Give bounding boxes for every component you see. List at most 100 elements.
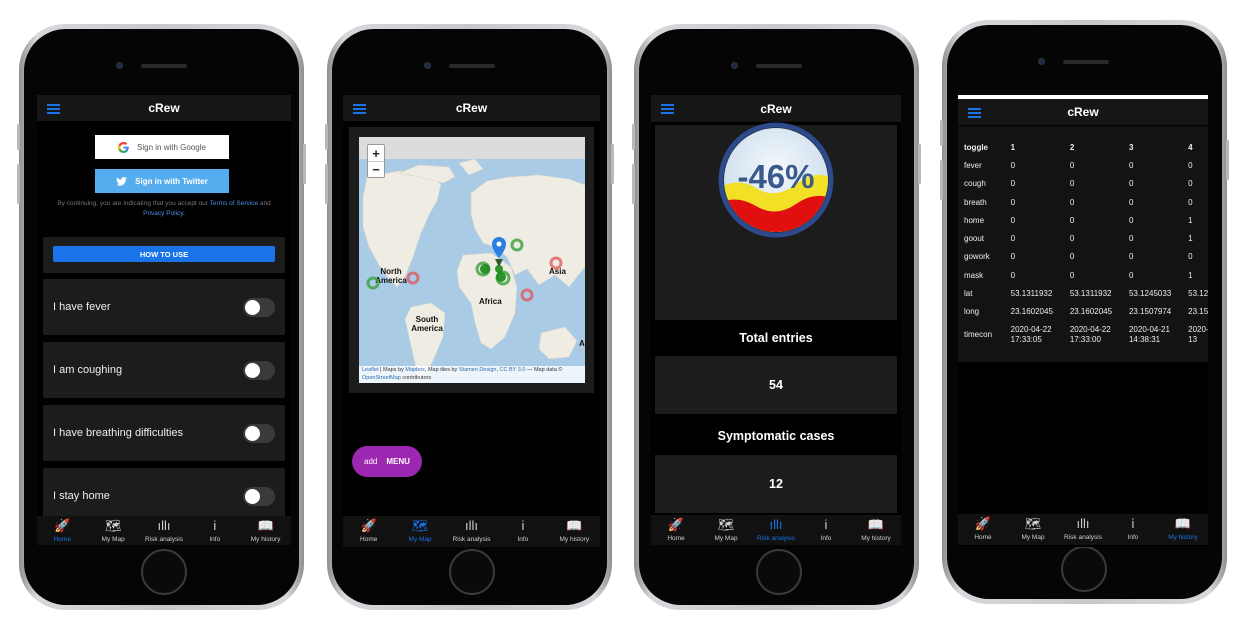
tab-home[interactable]: 🚀 Home [958,514,1008,545]
home-button[interactable] [1061,546,1107,592]
table-cell: 23.1602045 [1069,307,1113,317]
tab-risk-analysis[interactable]: ıllı Risk analysis [446,516,497,547]
cough-toggle[interactable] [243,360,275,380]
table-cell: long [964,307,980,317]
table-cell: 53.12 [1188,289,1208,299]
tab-my-map[interactable]: 🗺 My Map [1008,514,1058,545]
tab-risk-analysis[interactable]: ıllı Risk analysis [751,515,801,545]
table-cell: 0 [1188,197,1193,207]
tab-my-history[interactable]: 📖 My history [1158,514,1208,545]
tab-label: My history [861,535,891,542]
table-cell: 0 [1128,215,1134,225]
table-cell: mask [964,270,984,280]
tab-home[interactable]: 🚀 Home [37,516,88,545]
tab-bar: 🚀 Home 🗺 My Map ıllı Risk analysis i Info 📖 M… [651,515,901,545]
tab-label: Info [1127,534,1139,541]
table-cell: 0 [1188,160,1193,170]
history-table-card: toggle 1 2 3 4 fever 0 0 0 0 cough 0 0 0 0 breat… [958,126,1208,362]
tab-label: Info [820,535,832,542]
rocket-icon: 🚀 [54,518,71,533]
osm-link[interactable]: OpenStreetMap [362,375,401,381]
tab-my-map[interactable]: 🗺 My Map [701,515,751,545]
attr-text: , Map tiles by [424,367,459,373]
table-row: fever 0 0 0 0 [964,156,1208,174]
map-icon: 🗺 [104,518,122,533]
tab-info[interactable]: i Info [801,515,851,545]
tab-info[interactable]: i Info [497,516,548,547]
tab-label: Risk analysis [145,536,183,543]
home-button[interactable] [756,549,802,595]
add-menu-button[interactable]: add MENU [352,446,422,477]
google-sign-in-button[interactable]: Sign in with Google [95,135,229,159]
history-table: toggle 1 2 3 4 fever 0 0 0 0 cough 0 0 0 0 breat… [964,138,1208,349]
tab-my-map[interactable]: 🗺 My Map [394,516,445,547]
how-to-use-button[interactable]: HOW TO USE [53,246,275,262]
question-label: I stay home [53,490,110,502]
table-cell: 53.1245033 [1128,289,1172,299]
app-title: cRew [760,101,792,116]
menu-icon[interactable] [661,104,674,116]
terms-of-service-link[interactable]: Terms of Service [210,200,258,207]
app-header: cRew [37,95,291,121]
table-cell: lat [964,289,973,299]
menu-icon[interactable] [47,104,60,116]
leaflet-link[interactable]: Leaflet [362,367,379,373]
tab-my-history[interactable]: 📖 My history [549,516,600,547]
mapbox-link[interactable]: Mapbox [405,367,425,373]
table-cell: 2020-04-22 17:33:00 [1069,324,1111,344]
tab-label: Risk analysis [1064,534,1102,541]
privacy-policy-link[interactable]: Privacy Policy. [143,210,185,217]
tab-home[interactable]: 🚀 Home [651,515,701,545]
table-header-cell: toggle [964,142,988,152]
twitter-sign-in-label: Sign in with Twitter [135,176,208,186]
tab-risk-analysis[interactable]: ıllı Risk analysis [1058,514,1108,545]
fever-toggle[interactable] [243,297,275,317]
tab-info[interactable]: i Info [189,516,240,545]
table-cell: 1 [1188,270,1193,280]
phone-home: cRew Sign in with Google Sign in with Tw… [17,24,306,610]
tab-bar: 🚀 Home 🗺 My Map ıllı Risk analysis i Info 📖 M… [343,516,600,547]
tab-home[interactable]: 🚀 Home [343,516,394,547]
table-cell: 1 [1188,215,1193,225]
tab-risk-analysis[interactable]: ıllı Risk analysis [139,516,190,545]
menu-icon[interactable] [353,104,366,116]
how-to-use-card: HOW TO USE [43,237,285,273]
breathing-toggle[interactable] [243,423,275,443]
tab-my-history[interactable]: 📖 My history [240,516,291,545]
stamen-link[interactable]: Stamen Design [459,367,497,373]
table-cell: 0 [1069,215,1075,225]
cc-link[interactable]: CC BY 3.0 [500,367,526,373]
world-map[interactable]: + − North America South America Africa A… [359,137,585,383]
map-card: + − North America South America Africa A… [349,127,594,393]
table-header-cell: 4 [1188,142,1193,152]
map-icon: 🗺 [717,517,735,532]
tab-bar: 🚀 Home 🗺 My Map ıllı Risk analysis i Info 📖 M… [958,514,1208,545]
google-icon [118,141,129,153]
rocket-icon: 🚀 [360,518,377,533]
tab-my-history[interactable]: 📖 My history [851,515,901,545]
table-cell: 53.1311932 [1010,289,1053,299]
table-cell: 0 [1010,234,1016,244]
table-cell: 0 [1188,252,1193,262]
app-header: cRew [343,95,600,121]
home-button[interactable] [141,549,187,595]
map-markers [366,237,563,302]
tab-label: Info [517,536,529,543]
tab-label: Home [360,536,378,543]
stay-home-toggle[interactable] [243,486,275,506]
twitter-sign-in-button[interactable]: Sign in with Twitter [95,169,229,193]
tab-label: Home [974,534,992,541]
fab-menu-label: MENU [386,457,410,466]
menu-icon[interactable] [968,108,981,120]
info-icon: i [824,517,828,532]
question-card-cough: I am coughing [43,342,285,398]
tab-info[interactable]: i Info [1108,514,1158,545]
table-cell: cough [964,179,986,189]
table-cell: 0 [1069,160,1075,170]
home-button[interactable] [449,549,495,595]
table-cell: breath [964,197,987,207]
tab-my-map[interactable]: 🗺 My Map [88,516,139,545]
table-cell: timecon [964,329,993,339]
table-row: timecon 2020-04-22 17:33:05 2020-04-22 17:… [964,321,1208,349]
tab-label: My Map [714,535,738,542]
